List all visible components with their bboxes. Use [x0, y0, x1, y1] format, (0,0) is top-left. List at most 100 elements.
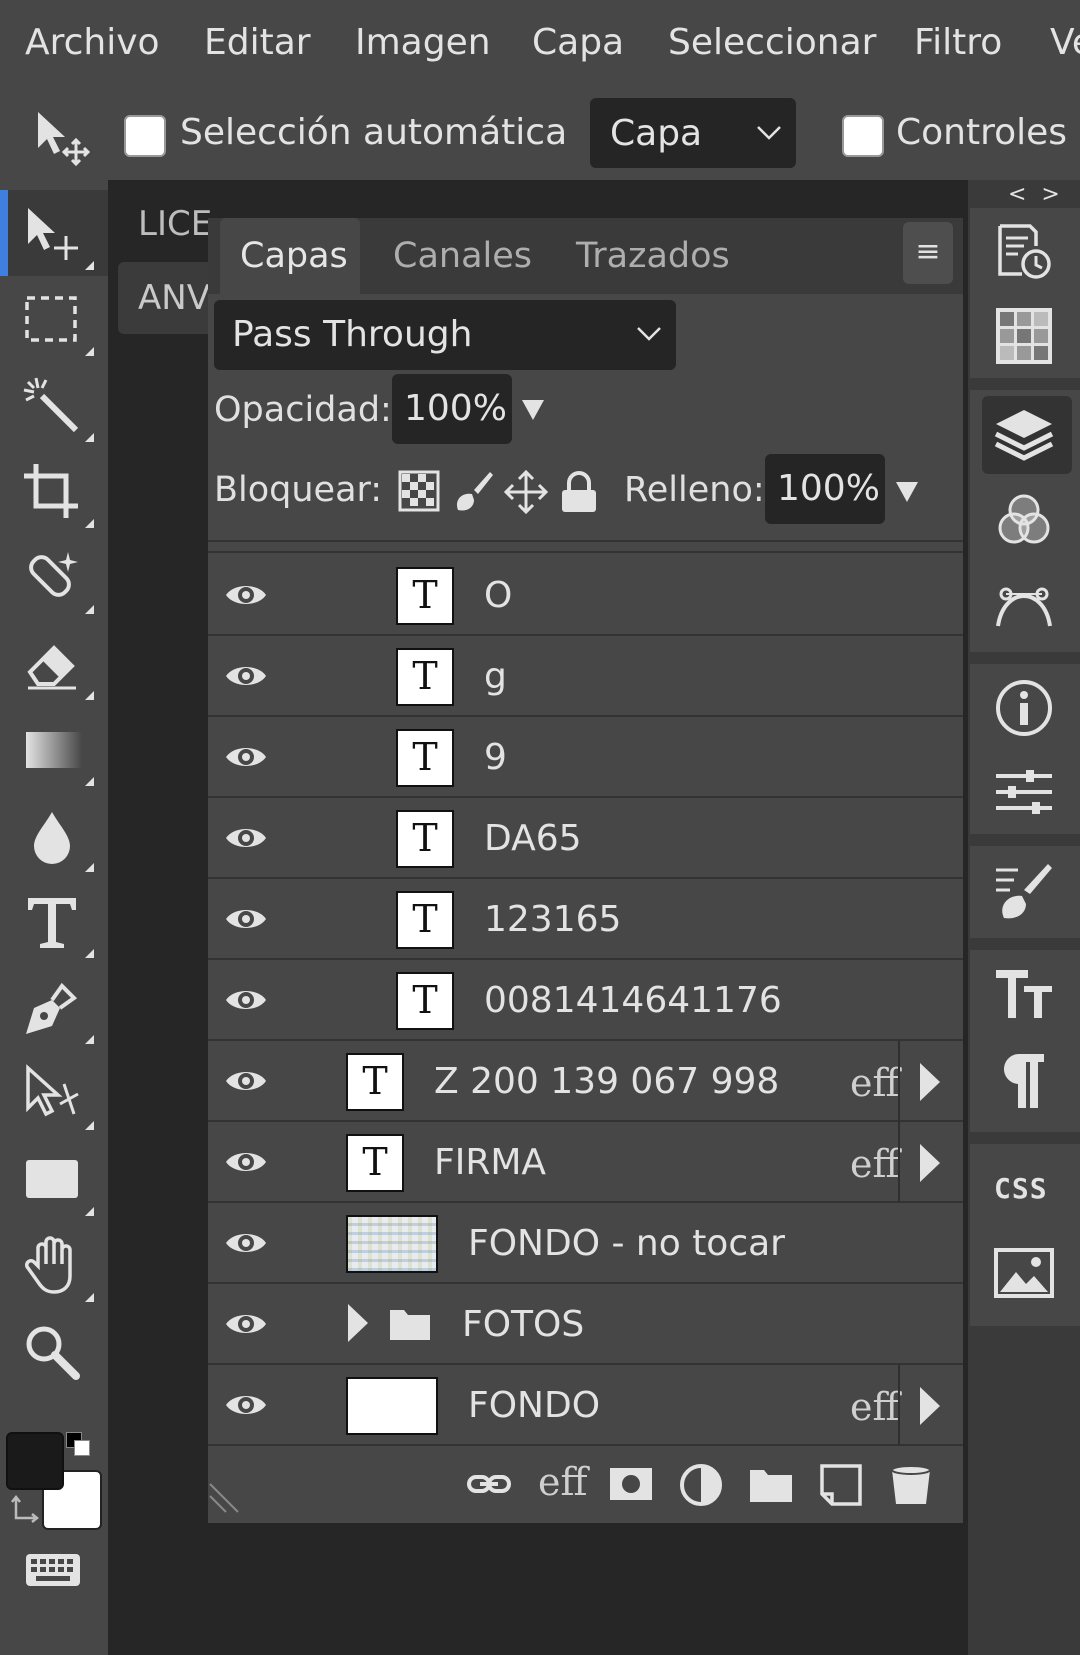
- layer-effects-button[interactable]: eff: [538, 1460, 588, 1504]
- layer-row-firma[interactable]: T FIRMA eff: [208, 1122, 963, 1203]
- trash-icon[interactable]: [888, 1462, 934, 1508]
- layer-row-9[interactable]: T 9: [208, 717, 963, 798]
- layer-name[interactable]: g: [484, 656, 507, 697]
- document-tab-lice[interactable]: LICE: [138, 204, 212, 244]
- layer-name[interactable]: 123165: [484, 899, 621, 940]
- eye-icon[interactable]: [224, 741, 268, 773]
- hand-tool[interactable]: [0, 1222, 108, 1308]
- image-panel-button[interactable]: [970, 1232, 1080, 1318]
- eye-icon[interactable]: [224, 579, 268, 611]
- paragraph-panel-button[interactable]: [970, 1038, 1080, 1124]
- lock-all-padlock-icon[interactable]: [558, 470, 600, 514]
- menu-editar[interactable]: Editar: [204, 22, 311, 63]
- menu-filtro[interactable]: Filtro: [914, 22, 1002, 63]
- eye-icon[interactable]: [224, 903, 268, 935]
- swatches-panel-button[interactable]: [970, 294, 1080, 380]
- text-tool[interactable]: [0, 878, 108, 964]
- layer-name[interactable]: FIRMA: [434, 1142, 546, 1183]
- tab-trazados[interactable]: Trazados: [576, 218, 730, 294]
- eye-icon[interactable]: [224, 1389, 268, 1421]
- auto-select-target-dropdown[interactable]: Capa: [590, 98, 796, 168]
- effects-label[interactable]: eff: [850, 1061, 900, 1105]
- tab-capas[interactable]: Capas: [220, 218, 360, 294]
- opacity-input[interactable]: 100%: [392, 374, 512, 444]
- layer-name[interactable]: 9: [484, 737, 507, 778]
- layer-row-g[interactable]: T g: [208, 636, 963, 717]
- paths-panel-button[interactable]: [970, 564, 1080, 650]
- layers-panel-button[interactable]: [970, 392, 1080, 478]
- layer-row-o[interactable]: T O: [208, 555, 963, 636]
- brush-settings-panel-button[interactable]: [970, 848, 1080, 934]
- layer-row-fondo[interactable]: FONDO eff: [208, 1365, 963, 1446]
- eye-icon[interactable]: [224, 1308, 268, 1340]
- expand-effects-arrow[interactable]: [920, 1144, 940, 1182]
- layer-name[interactable]: FOTOS: [462, 1304, 584, 1345]
- gradient-tool[interactable]: [0, 706, 108, 792]
- healing-tool[interactable]: [0, 534, 108, 620]
- auto-select-checkbox[interactable]: [124, 115, 166, 157]
- layer-name[interactable]: 0081414641176: [484, 980, 782, 1021]
- blur-tool[interactable]: [0, 792, 108, 878]
- link-layers-icon[interactable]: [466, 1462, 512, 1508]
- effects-label[interactable]: eff: [850, 1385, 900, 1429]
- document-tab-anv[interactable]: ANV: [138, 278, 210, 318]
- lock-position-move-icon[interactable]: [504, 470, 548, 514]
- css-panel-button[interactable]: CSS: [970, 1146, 1080, 1232]
- menu-archivo[interactable]: Archivo: [25, 22, 160, 63]
- eye-icon[interactable]: [224, 660, 268, 692]
- foreground-color-swatch[interactable]: [6, 1432, 64, 1490]
- adjustment-layer-icon[interactable]: [678, 1462, 724, 1508]
- expand-group-arrow[interactable]: [348, 1304, 368, 1342]
- menu-imagen[interactable]: Imagen: [355, 22, 491, 63]
- character-panel-button[interactable]: [970, 952, 1080, 1038]
- crop-tool[interactable]: [0, 448, 108, 534]
- tab-canales[interactable]: Canales: [393, 218, 532, 294]
- default-colors-icon[interactable]: [66, 1432, 90, 1456]
- history-panel-button[interactable]: [970, 210, 1080, 296]
- opacity-dropdown-arrow[interactable]: [522, 400, 544, 420]
- lock-paint-brush-icon[interactable]: [452, 470, 494, 512]
- layer-row-fotos[interactable]: FOTOS: [208, 1284, 963, 1365]
- layer-row-123165[interactable]: T 123165: [208, 879, 963, 960]
- resize-handle-icon[interactable]: [208, 1480, 242, 1514]
- layer-name[interactable]: FONDO - no tocar: [468, 1223, 785, 1264]
- eye-icon[interactable]: [224, 1227, 268, 1259]
- collapse-panels-toggle[interactable]: < >: [1008, 182, 1064, 207]
- effects-label[interactable]: eff: [850, 1142, 900, 1186]
- pen-tool[interactable]: [0, 964, 108, 1050]
- menu-capa[interactable]: Capa: [532, 22, 624, 63]
- layer-row-fondo-no-tocar[interactable]: FONDO - no tocar: [208, 1203, 963, 1284]
- eye-icon[interactable]: [224, 822, 268, 854]
- swap-colors-icon[interactable]: [10, 1494, 40, 1524]
- transform-controls-checkbox[interactable]: [842, 115, 884, 157]
- magic-wand-tool[interactable]: [0, 362, 108, 448]
- eye-icon[interactable]: [224, 1065, 268, 1097]
- marquee-tool[interactable]: [0, 276, 108, 362]
- eraser-tool[interactable]: [0, 620, 108, 706]
- blend-mode-dropdown[interactable]: Pass Through: [214, 300, 676, 370]
- new-group-folder-icon[interactable]: [748, 1462, 794, 1508]
- layer-row-z200[interactable]: T Z 200 139 067 998 eff: [208, 1041, 963, 1122]
- shape-tool[interactable]: [0, 1136, 108, 1222]
- info-panel-button[interactable]: [970, 666, 1080, 752]
- move-tool[interactable]: [0, 190, 108, 276]
- expand-effects-arrow[interactable]: [920, 1063, 940, 1101]
- panel-menu-button[interactable]: ≡: [903, 222, 953, 284]
- fill-input[interactable]: 100%: [765, 454, 885, 524]
- path-select-tool[interactable]: [0, 1050, 108, 1136]
- layer-name[interactable]: O: [484, 575, 512, 616]
- keyboard-icon[interactable]: [24, 1550, 82, 1590]
- menu-seleccionar[interactable]: Seleccionar: [668, 22, 876, 63]
- properties-panel-button[interactable]: [970, 750, 1080, 836]
- expand-effects-arrow[interactable]: [920, 1387, 940, 1425]
- eye-icon[interactable]: [224, 984, 268, 1016]
- layer-name[interactable]: DA65: [484, 818, 582, 859]
- layer-row-0081414641176[interactable]: T 0081414641176: [208, 960, 963, 1041]
- layer-row-da65[interactable]: T DA65: [208, 798, 963, 879]
- menu-vista[interactable]: Ve: [1050, 22, 1080, 63]
- layer-name[interactable]: FONDO: [468, 1385, 600, 1426]
- lock-transparency-icon[interactable]: [398, 470, 440, 512]
- fill-dropdown-arrow[interactable]: [896, 482, 918, 502]
- eye-icon[interactable]: [224, 1146, 268, 1178]
- add-mask-icon[interactable]: [608, 1462, 654, 1508]
